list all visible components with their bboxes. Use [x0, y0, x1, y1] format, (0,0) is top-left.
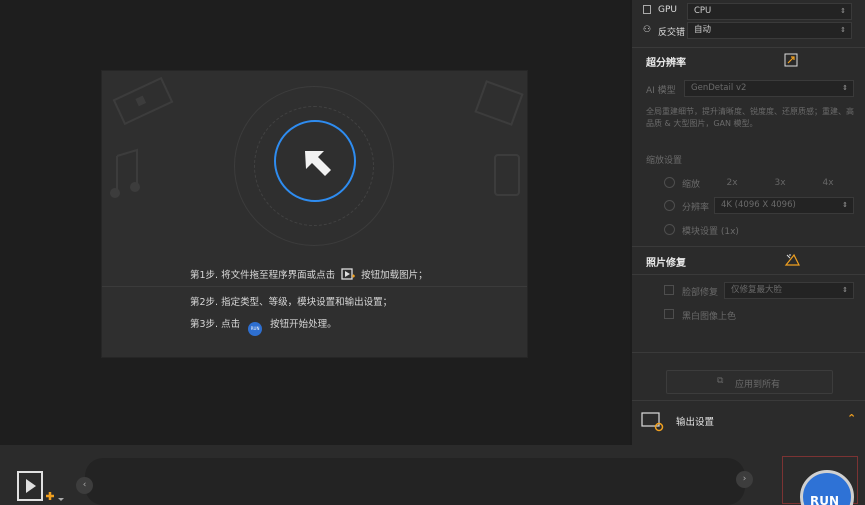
face-repair-select[interactable]: 仅修复最大脸 ⇕	[724, 282, 854, 299]
resolution-radio[interactable]	[664, 200, 675, 211]
scale-settings-label: 缩放设置	[646, 156, 683, 166]
run-button[interactable]: RUN	[800, 470, 854, 505]
colorize-label: 黑白图像上色	[682, 312, 737, 322]
tile-label: 模块设置 (1x)	[682, 227, 739, 237]
chevron-double-up-icon[interactable]: ⌃	[847, 412, 856, 425]
zoom-row: 缩放 2x 3x 4x	[632, 175, 865, 191]
divider	[102, 286, 527, 287]
arrow-up-left-icon	[305, 151, 331, 176]
face-repair-select-value: 仅修复最大脸	[731, 285, 783, 295]
resolution-label: 分辨率	[682, 203, 710, 213]
ai-model-label: AI 模型	[646, 86, 676, 96]
zoom-label: 缩放	[682, 180, 701, 190]
ai-model-select[interactable]: GenDetail v2 ⇕	[684, 80, 854, 97]
step-1-text: 第1步. 将文件拖至程序界面或点击 按钮加载图片；	[190, 268, 428, 281]
deinterlace-icon: ⚇	[643, 25, 652, 35]
scale-option-3x[interactable]: 3x	[760, 175, 800, 191]
scale-options: 2x 3x 4x	[712, 175, 854, 191]
ai-model-description: 全局重建细节，提升清晰度、锐度度、还原质感；重建、高品质 & 大型图片，GAN …	[646, 107, 854, 128]
colorize-checkbox[interactable]	[664, 309, 674, 319]
face-repair-checkbox[interactable]	[664, 285, 674, 295]
music-note-deco-icon	[110, 148, 140, 198]
output-settings-bar[interactable]: 输出设置 ⌃	[632, 400, 865, 441]
scale-option-2x[interactable]: 2x	[712, 175, 752, 191]
photo-repair-title: 照片修复	[646, 258, 686, 269]
tile-radio[interactable]	[664, 224, 675, 235]
gpu-select[interactable]: CPU ⇕	[687, 3, 852, 20]
step-3-text: 第3步. 点击 RUN 按钮开始处理。	[190, 316, 337, 336]
drop-zone[interactable]: 第1步. 将文件拖至程序界面或点击 按钮加载图片； 第2步. 指定类型、等级，模…	[101, 70, 528, 358]
phone-deco-icon	[494, 154, 520, 196]
film-strip-deco-icon	[112, 76, 174, 126]
divider	[632, 352, 865, 353]
chevron-updown-icon: ⇕	[840, 26, 846, 34]
gpu-row: GPU CPU ⇕	[632, 3, 865, 20]
resolution-select-value: 4K (4096 X 4096)	[721, 200, 796, 210]
apply-to-all-button[interactable]: ⧉ 应用到所有	[666, 370, 833, 394]
resolution-select[interactable]: 4K (4096 X 4096) ⇕	[714, 197, 854, 214]
output-settings-label: 输出设置	[676, 417, 715, 428]
deinterlace-row: ⚇ 反交错 自动 ⇕	[632, 22, 865, 39]
step-2-text: 第2步. 指定类型、等级，模块设置和输出设置；	[190, 297, 393, 308]
scroll-right-button[interactable]: ›	[736, 471, 753, 488]
colorize-row: 黑白图像上色	[632, 307, 865, 322]
divider	[632, 47, 865, 48]
ai-model-row: AI 模型 GenDetail v2 ⇕	[632, 80, 865, 97]
chevron-updown-icon: ⇕	[842, 84, 848, 92]
tile-row: 模块设置 (1x)	[632, 222, 865, 237]
scale-option-4x[interactable]: 4x	[808, 175, 848, 191]
resolution-row: 分辨率 4K (4096 X 4096) ⇕	[632, 197, 865, 214]
magic-wand-icon[interactable]	[784, 252, 800, 267]
apply-to-all-label: 应用到所有	[735, 380, 781, 390]
ai-model-select-value: GenDetail v2	[691, 83, 747, 93]
gpu-label: GPU	[658, 5, 677, 15]
chevron-updown-icon: ⇕	[842, 286, 848, 294]
divider	[632, 274, 865, 275]
divider	[632, 246, 865, 247]
run-icon: RUN	[248, 322, 263, 336]
add-video-button[interactable]	[16, 470, 64, 505]
settings-panel: GPU CPU ⇕ ⚇ 反交错 自动 ⇕ 超分辨率 AI 模型 GenDetai…	[632, 0, 865, 445]
photo-deco-icon	[474, 80, 524, 126]
deinterlace-select[interactable]: 自动 ⇕	[687, 22, 852, 39]
scroll-left-button[interactable]: ‹	[76, 477, 93, 494]
expand-icon[interactable]	[784, 53, 798, 67]
chevron-updown-icon: ⇕	[842, 201, 848, 209]
face-repair-row: 脸部修复 仅修复最大脸 ⇕	[632, 282, 865, 299]
gpu-checkbox[interactable]	[643, 5, 651, 14]
add-files-button[interactable]	[274, 120, 356, 202]
file-list-strip[interactable]	[85, 458, 745, 505]
face-repair-label: 脸部修复	[682, 288, 719, 298]
deinterlace-label: 反交错	[658, 28, 686, 38]
chevron-updown-icon: ⇕	[840, 7, 846, 15]
zoom-radio[interactable]	[664, 177, 675, 188]
run-label: RUN	[810, 494, 840, 505]
deinterlace-select-value: 自动	[694, 25, 712, 35]
monitor-gear-icon	[641, 412, 664, 432]
gpu-select-value: CPU	[694, 6, 712, 16]
add-video-icon	[341, 268, 356, 280]
super-resolution-title: 超分辨率	[646, 58, 686, 69]
copy-icon: ⧉	[717, 376, 724, 386]
